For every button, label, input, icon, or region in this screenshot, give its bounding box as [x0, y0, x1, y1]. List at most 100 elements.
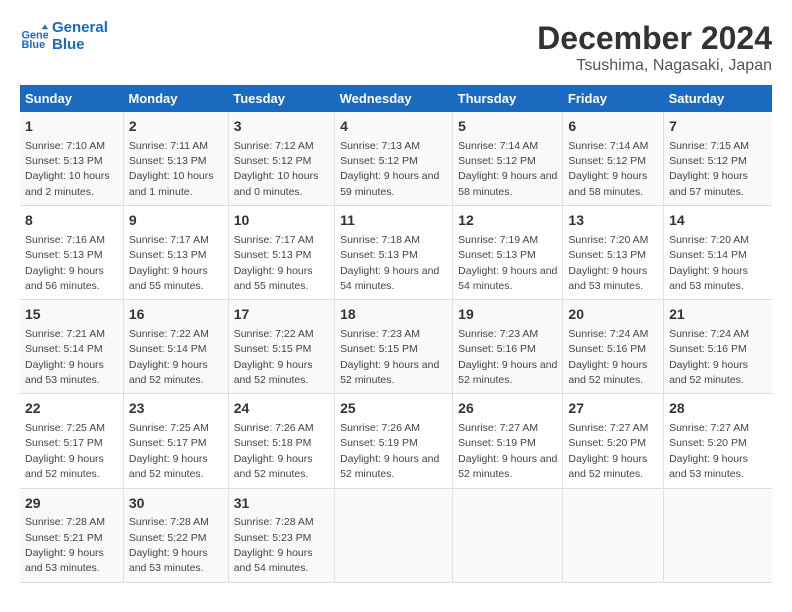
- sunset-info: Sunset: 5:13 PM: [25, 249, 103, 261]
- sunset-info: Sunset: 5:14 PM: [669, 249, 747, 261]
- sunset-info: Sunset: 5:15 PM: [234, 343, 312, 355]
- sunset-info: Sunset: 5:12 PM: [340, 155, 418, 167]
- daylight-info: Daylight: 9 hours and 58 minutes.: [568, 170, 647, 197]
- daylight-info: Daylight: 10 hours and 1 minute.: [129, 170, 214, 197]
- day-number: 11: [340, 211, 447, 231]
- calendar-cell: 13 Sunrise: 7:20 AM Sunset: 5:13 PM Dayl…: [563, 206, 664, 300]
- day-of-week-header: Sunday: [20, 85, 123, 112]
- sunrise-info: Sunrise: 7:16 AM: [25, 234, 105, 246]
- day-number: 20: [568, 305, 658, 325]
- calendar-cell: 14 Sunrise: 7:20 AM Sunset: 5:14 PM Dayl…: [664, 206, 772, 300]
- sunset-info: Sunset: 5:13 PM: [234, 249, 312, 261]
- day-number: 16: [129, 305, 223, 325]
- sunrise-info: Sunrise: 7:25 AM: [25, 422, 105, 434]
- sunrise-info: Sunrise: 7:18 AM: [340, 234, 420, 246]
- sunset-info: Sunset: 5:14 PM: [25, 343, 103, 355]
- daylight-info: Daylight: 9 hours and 53 minutes.: [669, 265, 748, 292]
- sunset-info: Sunset: 5:12 PM: [568, 155, 646, 167]
- day-of-week-header: Thursday: [453, 85, 563, 112]
- calendar-cell: 2 Sunrise: 7:11 AM Sunset: 5:13 PM Dayli…: [123, 112, 228, 206]
- day-number: 26: [458, 399, 557, 419]
- calendar-cell: 22 Sunrise: 7:25 AM Sunset: 5:17 PM Dayl…: [20, 394, 123, 488]
- daylight-info: Daylight: 9 hours and 55 minutes.: [234, 265, 313, 292]
- logo-text: GeneralBlue: [52, 20, 108, 53]
- page-header: General Blue GeneralBlue December 2024 T…: [20, 20, 772, 75]
- daylight-info: Daylight: 9 hours and 55 minutes.: [129, 265, 208, 292]
- logo-icon: General Blue: [20, 23, 48, 51]
- sunset-info: Sunset: 5:12 PM: [458, 155, 536, 167]
- day-number: 7: [669, 117, 767, 137]
- daylight-info: Daylight: 9 hours and 53 minutes.: [25, 359, 104, 386]
- calendar-week-row: 29 Sunrise: 7:28 AM Sunset: 5:21 PM Dayl…: [20, 488, 772, 582]
- sunset-info: Sunset: 5:17 PM: [25, 437, 103, 449]
- sunset-info: Sunset: 5:22 PM: [129, 532, 207, 544]
- sunset-info: Sunset: 5:12 PM: [669, 155, 747, 167]
- day-number: 18: [340, 305, 447, 325]
- calendar-cell: 21 Sunrise: 7:24 AM Sunset: 5:16 PM Dayl…: [664, 300, 772, 394]
- day-number: 3: [234, 117, 329, 137]
- calendar-cell: 9 Sunrise: 7:17 AM Sunset: 5:13 PM Dayli…: [123, 206, 228, 300]
- day-number: 14: [669, 211, 767, 231]
- day-of-week-header: Saturday: [664, 85, 772, 112]
- day-number: 4: [340, 117, 447, 137]
- sunset-info: Sunset: 5:16 PM: [568, 343, 646, 355]
- day-number: 10: [234, 211, 329, 231]
- sunrise-info: Sunrise: 7:19 AM: [458, 234, 538, 246]
- sunrise-info: Sunrise: 7:28 AM: [129, 516, 209, 528]
- sunset-info: Sunset: 5:13 PM: [129, 249, 207, 261]
- daylight-info: Daylight: 9 hours and 56 minutes.: [25, 265, 104, 292]
- calendar-week-row: 15 Sunrise: 7:21 AM Sunset: 5:14 PM Dayl…: [20, 300, 772, 394]
- sunrise-info: Sunrise: 7:23 AM: [340, 328, 420, 340]
- daylight-info: Daylight: 9 hours and 57 minutes.: [669, 170, 748, 197]
- day-number: 31: [234, 494, 329, 514]
- calendar-table: SundayMondayTuesdayWednesdayThursdayFrid…: [20, 85, 772, 583]
- sunset-info: Sunset: 5:20 PM: [568, 437, 646, 449]
- daylight-info: Daylight: 9 hours and 52 minutes.: [234, 453, 313, 480]
- calendar-cell: 26 Sunrise: 7:27 AM Sunset: 5:19 PM Dayl…: [453, 394, 563, 488]
- calendar-title: December 2024: [537, 20, 772, 57]
- day-number: 17: [234, 305, 329, 325]
- day-number: 12: [458, 211, 557, 231]
- day-number: 25: [340, 399, 447, 419]
- calendar-cell: 7 Sunrise: 7:15 AM Sunset: 5:12 PM Dayli…: [664, 112, 772, 206]
- calendar-week-row: 22 Sunrise: 7:25 AM Sunset: 5:17 PM Dayl…: [20, 394, 772, 488]
- day-number: 21: [669, 305, 767, 325]
- header-row: SundayMondayTuesdayWednesdayThursdayFrid…: [20, 85, 772, 112]
- day-number: 19: [458, 305, 557, 325]
- day-number: 27: [568, 399, 658, 419]
- sunrise-info: Sunrise: 7:17 AM: [129, 234, 209, 246]
- calendar-cell: 20 Sunrise: 7:24 AM Sunset: 5:16 PM Dayl…: [563, 300, 664, 394]
- daylight-info: Daylight: 9 hours and 52 minutes.: [458, 359, 557, 386]
- calendar-cell: 5 Sunrise: 7:14 AM Sunset: 5:12 PM Dayli…: [453, 112, 563, 206]
- calendar-cell: 1 Sunrise: 7:10 AM Sunset: 5:13 PM Dayli…: [20, 112, 123, 206]
- calendar-cell: 28 Sunrise: 7:27 AM Sunset: 5:20 PM Dayl…: [664, 394, 772, 488]
- day-of-week-header: Monday: [123, 85, 228, 112]
- daylight-info: Daylight: 9 hours and 52 minutes.: [129, 359, 208, 386]
- daylight-info: Daylight: 9 hours and 53 minutes.: [25, 547, 104, 574]
- daylight-info: Daylight: 9 hours and 52 minutes.: [129, 453, 208, 480]
- calendar-cell: 12 Sunrise: 7:19 AM Sunset: 5:13 PM Dayl…: [453, 206, 563, 300]
- calendar-week-row: 8 Sunrise: 7:16 AM Sunset: 5:13 PM Dayli…: [20, 206, 772, 300]
- day-number: 6: [568, 117, 658, 137]
- calendar-cell: 10 Sunrise: 7:17 AM Sunset: 5:13 PM Dayl…: [228, 206, 334, 300]
- sunset-info: Sunset: 5:13 PM: [458, 249, 536, 261]
- day-number: 15: [25, 305, 118, 325]
- calendar-cell: 15 Sunrise: 7:21 AM Sunset: 5:14 PM Dayl…: [20, 300, 123, 394]
- calendar-cell: [335, 488, 453, 582]
- daylight-info: Daylight: 9 hours and 52 minutes.: [340, 359, 439, 386]
- daylight-info: Daylight: 9 hours and 52 minutes.: [458, 453, 557, 480]
- calendar-week-row: 1 Sunrise: 7:10 AM Sunset: 5:13 PM Dayli…: [20, 112, 772, 206]
- day-of-week-header: Friday: [563, 85, 664, 112]
- day-of-week-header: Tuesday: [228, 85, 334, 112]
- title-block: December 2024 Tsushima, Nagasaki, Japan: [537, 20, 772, 75]
- calendar-cell: 29 Sunrise: 7:28 AM Sunset: 5:21 PM Dayl…: [20, 488, 123, 582]
- sunset-info: Sunset: 5:20 PM: [669, 437, 747, 449]
- calendar-cell: 19 Sunrise: 7:23 AM Sunset: 5:16 PM Dayl…: [453, 300, 563, 394]
- calendar-cell: 18 Sunrise: 7:23 AM Sunset: 5:15 PM Dayl…: [335, 300, 453, 394]
- daylight-info: Daylight: 9 hours and 52 minutes.: [669, 359, 748, 386]
- calendar-cell: 16 Sunrise: 7:22 AM Sunset: 5:14 PM Dayl…: [123, 300, 228, 394]
- sunrise-info: Sunrise: 7:27 AM: [458, 422, 538, 434]
- day-number: 8: [25, 211, 118, 231]
- sunset-info: Sunset: 5:16 PM: [458, 343, 536, 355]
- calendar-cell: 4 Sunrise: 7:13 AM Sunset: 5:12 PM Dayli…: [335, 112, 453, 206]
